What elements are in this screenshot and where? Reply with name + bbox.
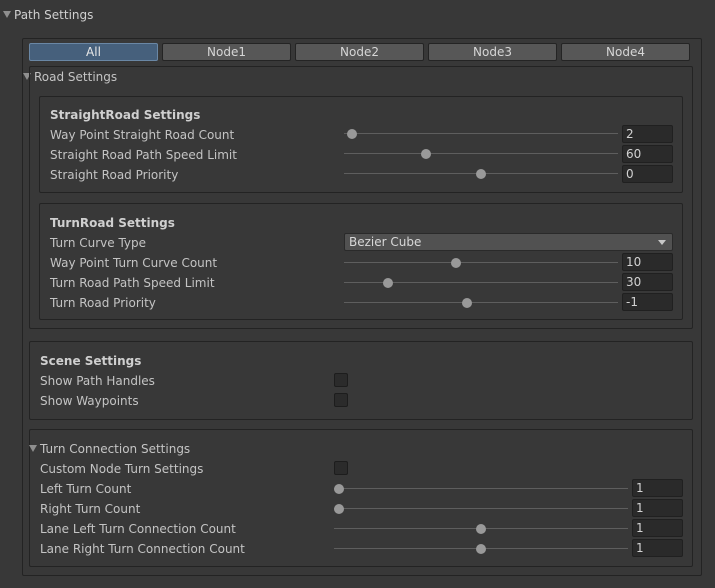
straight-road-priority-slider[interactable] <box>476 169 486 179</box>
left-turn-count-label: Left Turn Count <box>40 482 132 496</box>
straight-road-priority-field[interactable]: 0 <box>622 165 673 183</box>
custom-node-turn-settings-checkbox[interactable] <box>334 461 348 475</box>
turn-curve-type-dropdown[interactable]: Bezier Cube <box>344 233 673 251</box>
scene-settings-title: Scene Settings <box>40 354 142 368</box>
turn-road-speed-limit-field[interactable]: 30 <box>622 273 673 291</box>
show-path-handles-label: Show Path Handles <box>40 374 155 388</box>
straight-road-priority-label: Straight Road Priority <box>50 168 179 182</box>
slider-track <box>344 133 618 134</box>
turn-curve-type-label: Turn Curve Type <box>50 236 147 250</box>
slider-track <box>344 153 618 154</box>
lane-right-turn-connection-count-slider[interactable] <box>476 544 486 554</box>
turn-road-speed-limit-slider[interactable] <box>382 278 393 288</box>
straight-road-speed-limit-field[interactable]: 60 <box>622 145 673 163</box>
turn-road-title: TurnRoad Settings <box>50 216 175 230</box>
slider-track <box>344 302 618 303</box>
way-point-turn-curve-count-label: Way Point Turn Curve Count <box>50 256 218 270</box>
turn-connection-title[interactable]: Turn Connection Settings <box>40 442 190 456</box>
tab-node3[interactable]: Node3 <box>428 43 557 61</box>
right-turn-count-slider[interactable] <box>334 504 344 514</box>
slider-track <box>334 508 628 509</box>
lane-left-turn-connection-count-label: Lane Left Turn Connection Count <box>40 522 236 536</box>
tab-node1[interactable]: Node1 <box>162 43 291 61</box>
lane-right-turn-connection-count-field[interactable]: 1 <box>632 539 683 557</box>
show-waypoints-label: Show Waypoints <box>40 394 139 408</box>
lane-left-turn-connection-count-slider[interactable] <box>476 524 486 534</box>
turn-connection-foldout-icon[interactable] <box>29 445 37 452</box>
tab-all[interactable]: All <box>29 43 158 61</box>
straight-road-title: StraightRoad Settings <box>50 108 201 122</box>
left-turn-count-field[interactable]: 1 <box>632 479 683 497</box>
right-turn-count-label: Right Turn Count <box>40 502 141 516</box>
way-point-turn-curve-count-field[interactable]: 10 <box>622 253 673 271</box>
tab-node4[interactable]: Node4 <box>561 43 690 61</box>
way-point-straight-road-count-label: Way Point Straight Road Count <box>50 128 235 142</box>
turn-road-priority-field[interactable]: -1 <box>622 293 673 311</box>
path-settings-title[interactable]: Path Settings <box>14 8 93 22</box>
show-path-handles-checkbox[interactable] <box>334 373 348 387</box>
chevron-down-icon <box>658 240 666 245</box>
tab-node2[interactable]: Node2 <box>295 43 424 61</box>
foldout-arrow-icon[interactable] <box>3 11 11 18</box>
way-point-straight-road-count-field[interactable]: 2 <box>622 125 673 143</box>
show-waypoints-checkbox[interactable] <box>334 393 348 407</box>
straight-road-speed-limit-label: Straight Road Path Speed Limit <box>50 148 237 162</box>
slider-track <box>334 488 628 489</box>
slider-track <box>344 262 618 263</box>
left-turn-count-slider[interactable] <box>334 484 344 494</box>
custom-node-turn-settings-label: Custom Node Turn Settings <box>40 462 204 476</box>
lane-left-turn-connection-count-field[interactable]: 1 <box>632 519 683 537</box>
right-turn-count-field[interactable]: 1 <box>632 499 683 517</box>
turn-road-priority-label: Turn Road Priority <box>50 296 156 310</box>
lane-right-turn-connection-count-label: Lane Right Turn Connection Count <box>40 542 245 556</box>
turn-curve-type-value: Bezier Cube <box>349 235 422 249</box>
turn-road-speed-limit-label: Turn Road Path Speed Limit <box>50 276 215 290</box>
